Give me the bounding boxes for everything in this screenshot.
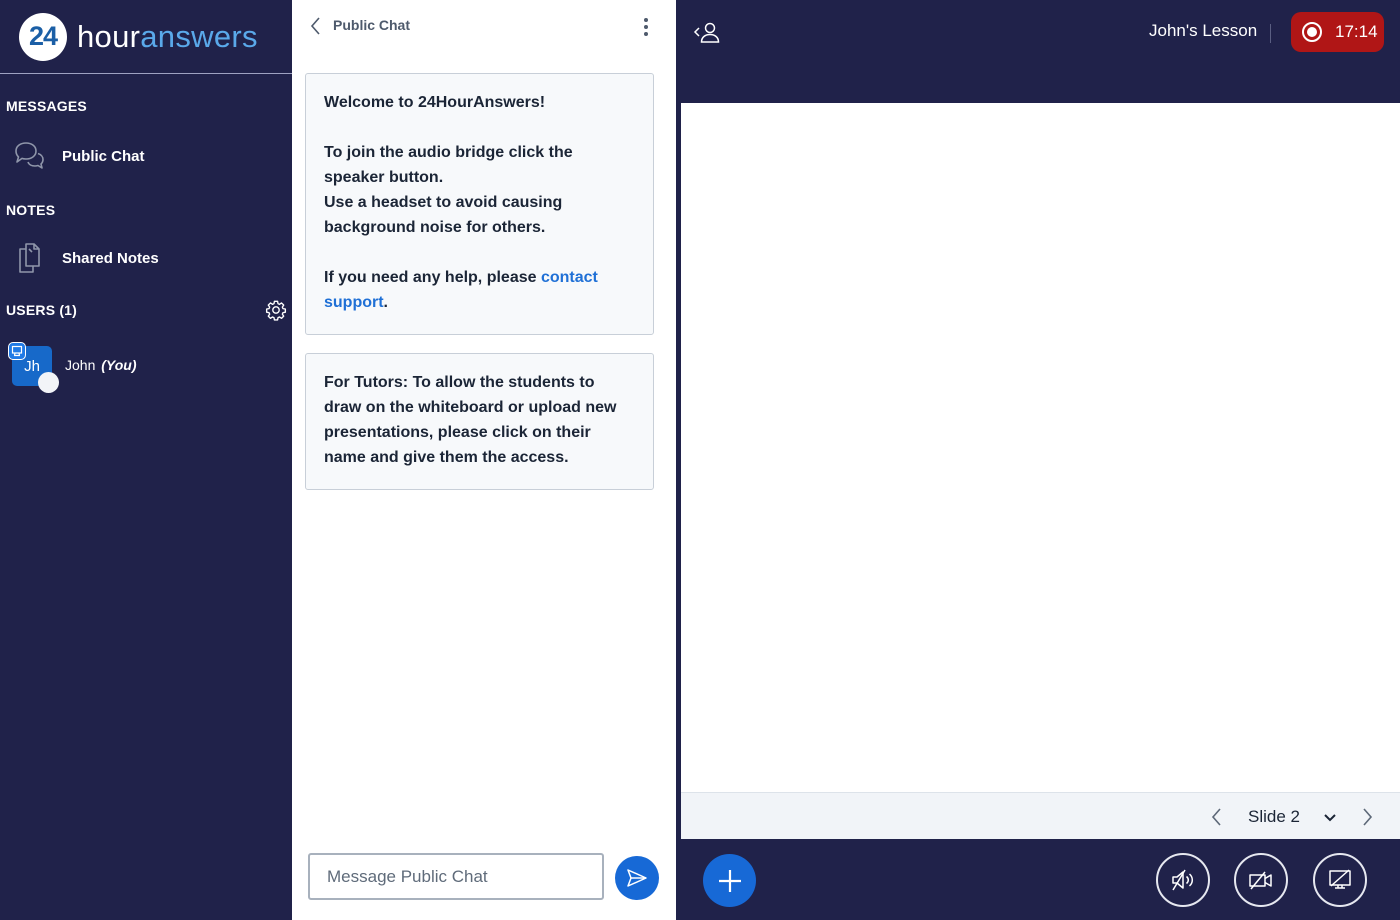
slide-selector[interactable]: Slide 2 [1241, 801, 1347, 833]
user-name-text: John [65, 357, 96, 373]
users-section-title: USERS (1) [6, 302, 78, 318]
chat-title[interactable]: Public Chat [333, 17, 410, 33]
toggle-user-list-icon[interactable] [693, 20, 723, 44]
chevron-down-icon [1323, 811, 1337, 823]
messages-section-title: MESSAGES [6, 98, 87, 114]
chevron-left-icon[interactable] [308, 15, 324, 37]
status-indicator [38, 372, 59, 393]
sidebar: 24 houranswers MESSAGES Public Chat NOTE… [0, 0, 292, 920]
sidebar-item-public-chat[interactable]: Public Chat [0, 134, 292, 178]
next-slide-button[interactable] [1359, 806, 1375, 828]
logo-badge: 24 [19, 12, 67, 61]
send-message-button[interactable] [615, 856, 659, 900]
camera-off-icon [1249, 871, 1272, 890]
help-suffix: . [383, 294, 388, 311]
divider [1270, 24, 1271, 43]
user-options-gear-icon[interactable] [265, 299, 287, 321]
audio-instructions: To join the audio bridge click the speak… [324, 144, 573, 186]
send-icon [627, 869, 647, 887]
logo-word-hour: hour [77, 18, 141, 54]
welcome-brand: 24HourAnswers [417, 94, 540, 111]
presenter-icon [8, 342, 26, 360]
user-name: John (You) [65, 357, 137, 373]
more-options-icon[interactable] [638, 16, 654, 38]
slide-navigation: Slide 2 [681, 792, 1400, 839]
tutor-message-text: For Tutors: To allow the students to dra… [324, 374, 617, 466]
share-webcam-button[interactable] [1234, 853, 1288, 907]
share-screen-button[interactable] [1313, 853, 1367, 907]
welcome-prefix: Welcome to [324, 94, 418, 111]
sidebar-item-label: Public Chat [62, 147, 145, 165]
you-label: (You) [101, 357, 137, 373]
recording-time: 17:14 [1335, 22, 1378, 41]
record-icon [1302, 22, 1322, 42]
sidebar-item-shared-notes[interactable]: Shared Notes [0, 236, 292, 280]
tutor-message: For Tutors: To allow the students to dra… [305, 353, 654, 490]
logo-wordmark: houranswers [77, 19, 258, 55]
actions-add-button[interactable] [703, 854, 756, 907]
brand-logo: 24 houranswers [0, 0, 292, 74]
message-input[interactable] [308, 853, 604, 900]
welcome-message: Welcome to 24HourAnswers! To join the au… [305, 73, 654, 335]
headset-instructions: Use a headset to avoid causing backgroun… [324, 194, 563, 236]
chat-header: Public Chat [292, 0, 676, 52]
welcome-suffix: ! [539, 94, 546, 111]
chat-bubbles-icon [12, 139, 46, 173]
presentation-area: John's Lesson 17:14 Slide 2 [676, 0, 1400, 920]
current-slide-label: Slide 2 [1248, 807, 1300, 826]
sidebar-item-label: Shared Notes [62, 249, 159, 267]
chat-panel: Public Chat Welcome to 24HourAnswers! To… [292, 0, 676, 920]
previous-slide-button[interactable] [1209, 806, 1225, 828]
screenshare-off-icon [1329, 869, 1351, 889]
documents-icon [12, 241, 46, 275]
help-prefix: If you need any help, please [324, 269, 541, 286]
plus-icon [718, 869, 741, 892]
speaker-muted-icon [1172, 869, 1194, 891]
notes-section-title: NOTES [6, 202, 56, 218]
logo-word-answers: answers [140, 18, 258, 54]
user-list-item[interactable]: Jh John (You) [0, 340, 292, 393]
meeting-title: John's Lesson [1149, 21, 1258, 40]
avatar-initials: Jh [24, 357, 40, 375]
welcome-line: Welcome to 24HourAnswers! [324, 90, 636, 115]
whiteboard-canvas[interactable] [681, 103, 1400, 792]
recording-indicator[interactable]: 17:14 [1291, 12, 1384, 52]
help-line: If you need any help, please contact sup… [324, 265, 636, 315]
join-audio-button[interactable] [1156, 853, 1210, 907]
